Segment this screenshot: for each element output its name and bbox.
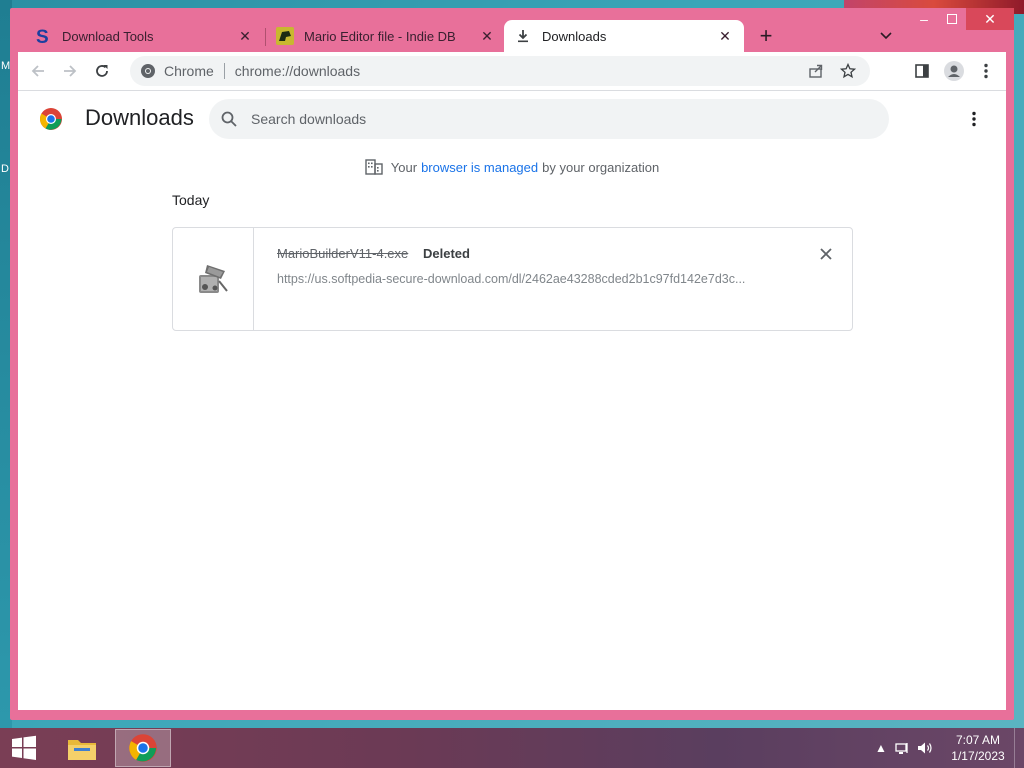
downloads-page: Downloads Your browser is managed by you… [18, 90, 1006, 710]
reload-button[interactable] [86, 55, 118, 87]
close-icon[interactable]: ✕ [236, 27, 254, 45]
download-item: MarioBuilderV11-4.exe Deleted https://us… [172, 227, 853, 331]
browser-menu-button[interactable] [970, 55, 1002, 87]
remove-download-button[interactable] [816, 244, 836, 264]
chrome-logo-icon [129, 734, 157, 762]
taskbar-chrome[interactable] [115, 729, 171, 767]
managed-notice: Your browser is managed by your organiza… [18, 159, 1006, 175]
download-filename[interactable]: MarioBuilderV11-4.exe [277, 246, 408, 261]
kebab-menu-icon [984, 63, 988, 79]
profile-button[interactable] [938, 55, 970, 87]
managed-prefix: Your [390, 159, 418, 175]
network-icon[interactable] [892, 737, 914, 759]
browser-toolbar: Chrome chrome://downloads [18, 52, 1006, 90]
installer-file-icon [199, 265, 228, 293]
bookmark-button[interactable] [832, 55, 864, 87]
tab-download-tools[interactable]: S Download Tools ✕ [24, 20, 264, 52]
maximize-button[interactable] [938, 8, 966, 30]
start-button[interactable] [0, 728, 48, 768]
taskbar-file-explorer[interactable] [54, 729, 110, 767]
minimize-button[interactable]: – [910, 8, 938, 30]
managed-suffix: by your organization [542, 159, 660, 175]
managed-link[interactable]: browser is managed [421, 160, 538, 175]
star-icon [840, 63, 856, 79]
chrome-logo-icon [40, 108, 62, 130]
desktop-icon-label[interactable]: D [1, 163, 9, 175]
page-menu-button[interactable] [964, 109, 984, 129]
close-icon [820, 248, 832, 260]
windows-logo-icon [12, 735, 36, 760]
side-panel-icon [915, 64, 929, 78]
file-icon-box [173, 228, 254, 330]
system-tray: ▲ 7:07 AM 1/17/2023 [870, 728, 1024, 768]
window-close-button[interactable]: ✕ [966, 8, 1014, 30]
clock-time: 7:07 AM [955, 733, 1001, 747]
volume-icon[interactable] [914, 737, 936, 759]
tab-downloads[interactable]: Downloads ✕ [504, 20, 744, 52]
tab-title: Download Tools [62, 28, 154, 44]
show-hidden-icons-button[interactable]: ▲ [870, 737, 892, 759]
tab-title: Downloads [542, 28, 607, 44]
avatar-icon [944, 61, 964, 81]
tab-strip: S Download Tools ✕ Mario Editor file - I… [10, 8, 1014, 52]
download-url[interactable]: https://us.softpedia-secure-download.com… [277, 272, 777, 286]
svg-text:S: S [36, 27, 49, 45]
page-header: Downloads [18, 91, 1006, 147]
search-icon [221, 111, 237, 127]
search-box[interactable] [209, 99, 889, 139]
show-desktop-button[interactable] [1014, 728, 1024, 768]
search-input[interactable] [251, 111, 851, 127]
kebab-menu-icon [972, 111, 976, 127]
omnibox-divider [223, 63, 225, 79]
taskbar-clock[interactable]: 7:07 AM 1/17/2023 [942, 732, 1014, 764]
tab-title: Mario Editor file - Indie DB [304, 28, 456, 44]
reload-icon [96, 65, 108, 77]
share-button[interactable] [800, 55, 832, 87]
address-bar[interactable]: Chrome chrome://downloads [130, 56, 870, 86]
window-controls: – ✕ [910, 8, 1014, 32]
chevron-down-icon [880, 32, 892, 40]
folder-icon [68, 740, 96, 760]
close-icon[interactable]: ✕ [716, 27, 734, 45]
new-tab-button[interactable]: + [754, 23, 778, 48]
tab-indie-db[interactable]: Mario Editor file - Indie DB ✕ [266, 20, 506, 52]
date-section-label: Today [172, 192, 210, 208]
arrow-left-icon [31, 65, 44, 77]
desktop-icon-label[interactable]: M [1, 60, 10, 72]
indiedb-icon [276, 27, 294, 45]
chrome-page-icon [141, 64, 155, 78]
omnibox-url: chrome://downloads [234, 63, 361, 79]
clock-date: 1/17/2023 [951, 749, 1005, 763]
share-icon [809, 64, 823, 78]
softpedia-s-icon: S [34, 27, 52, 45]
close-icon[interactable]: ✕ [478, 27, 496, 45]
taskbar: ▲ 7:07 AM 1/17/2023 [0, 728, 1024, 768]
tab-search-button[interactable] [874, 24, 898, 48]
building-icon [365, 159, 383, 175]
page-title: Downloads [85, 105, 194, 130]
arrow-right-icon [64, 65, 77, 77]
forward-button[interactable] [54, 55, 86, 87]
download-status: Deleted [423, 246, 470, 261]
download-icon [514, 27, 532, 45]
side-panel-button[interactable] [906, 55, 938, 87]
back-button[interactable] [22, 55, 54, 87]
omnibox-chip: Chrome [164, 63, 214, 79]
browser-window: S Download Tools ✕ Mario Editor file - I… [10, 8, 1014, 720]
